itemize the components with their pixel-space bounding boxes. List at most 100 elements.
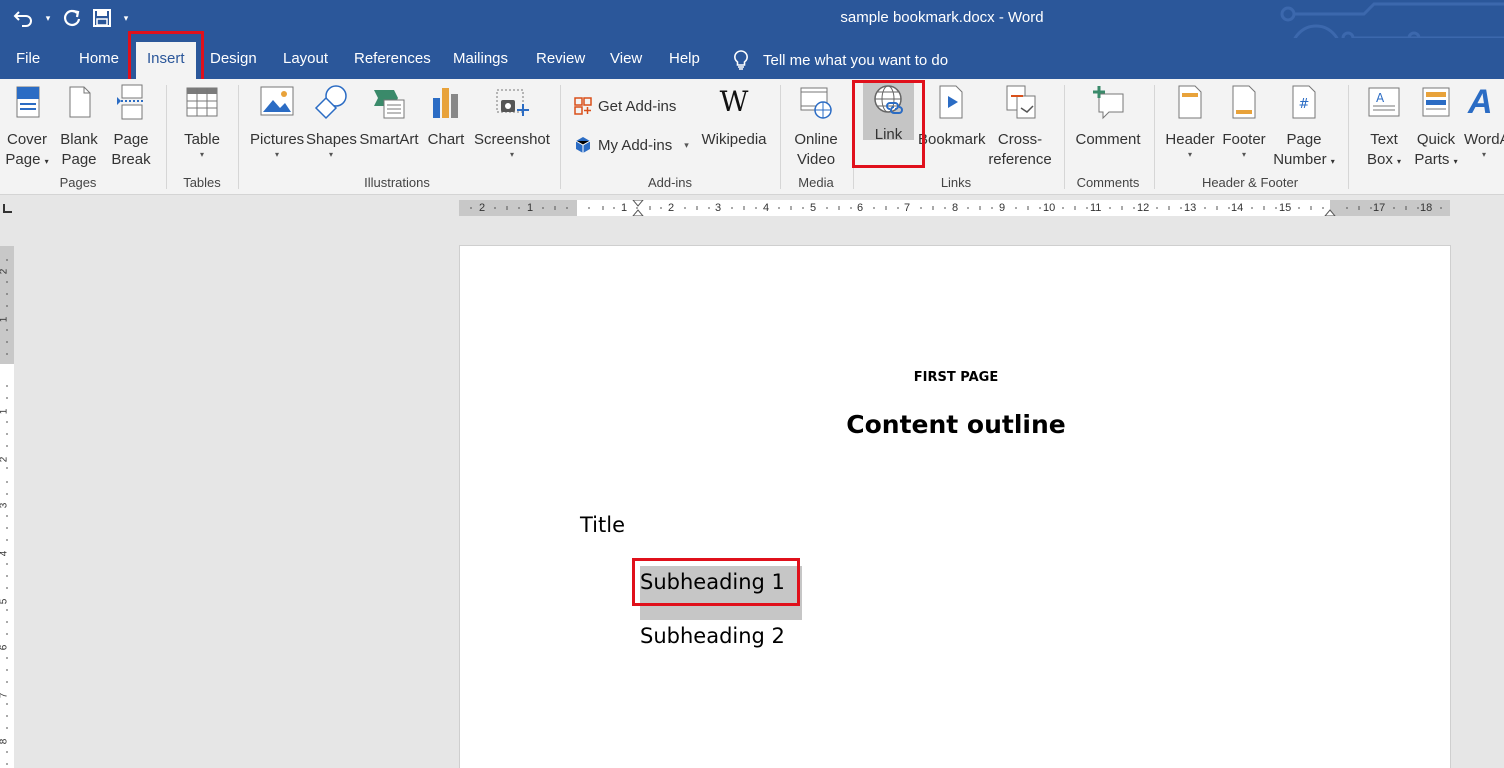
comment-label: Comment (1075, 131, 1141, 148)
cover-page-label: Cover (6, 131, 47, 148)
page-number-button[interactable]: # Page Number ▾ (1270, 84, 1338, 172)
quick-parts-button[interactable]: Quick Parts ▾ (1412, 84, 1460, 172)
tell-me-search[interactable]: Tell me what you want to do (733, 50, 948, 70)
pictures-label: Pictures (250, 131, 305, 148)
ruler-tick-label: 8 (0, 739, 9, 745)
ruler-tick-label: 4 (0, 551, 9, 557)
quick-parts-label-2: Parts (1414, 151, 1450, 168)
chart-button[interactable]: Chart (426, 84, 466, 150)
my-add-ins-button[interactable]: My Add-ins ▾ (574, 136, 689, 154)
tab-view[interactable]: View (610, 50, 642, 67)
ruler-tick-label: 7 (904, 202, 911, 214)
blank-page-icon (69, 86, 91, 118)
wikipedia-logo-glyph: W (719, 85, 749, 118)
ruler-tick-label: 9 (999, 202, 1006, 214)
cross-reference-label-2: reference (988, 151, 1052, 168)
ruler-tick-label: 3 (0, 503, 9, 509)
first-page-label: FIRST PAGE (913, 370, 999, 385)
ruler-tick-label: 1 (621, 202, 628, 214)
cover-page-button[interactable]: Cover Page ▾ (4, 84, 50, 172)
table-label: Table (184, 131, 220, 148)
smartart-button[interactable]: SmartArt (358, 84, 420, 150)
tab-design[interactable]: Design (210, 50, 257, 67)
cross-reference-button[interactable]: Cross- reference (986, 84, 1054, 170)
group-separator (780, 85, 781, 189)
group-separator (560, 85, 561, 189)
ruler-tick-label: 13 (1184, 202, 1197, 214)
ruler-tick-label: 5 (0, 599, 9, 605)
horizontal-ruler[interactable]: 2 1 1 2 3 4 5 6 7 8 9 10 11 12 13 14 15 … (459, 200, 1450, 216)
ruler-tick-label: 8 (952, 202, 959, 214)
subheading-2-text[interactable]: Subheading 2 (640, 624, 785, 648)
store-icon (574, 97, 592, 115)
comment-button[interactable]: Comment (1072, 84, 1144, 150)
shapes-button[interactable]: Shapes ▾ (306, 84, 357, 160)
document-page[interactable]: FIRST PAGE Content outline Title Subhead… (459, 245, 1451, 768)
chevron-down-icon: ▾ (684, 139, 689, 150)
bookmark-label: Bookmark (918, 131, 986, 148)
ruler-tick-label: 3 (715, 202, 722, 214)
screenshot-button[interactable]: Screenshot ▾ (472, 84, 552, 160)
blank-page-label-2: Page (61, 151, 97, 168)
wordart-icon: A (1468, 84, 1493, 121)
tab-layout[interactable]: Layout (283, 50, 328, 67)
title-text: Title (580, 513, 626, 537)
ruler-tick-label: 15 (1279, 202, 1292, 214)
chevron-down-icon: ▾ (1330, 157, 1335, 166)
group-label-tables: Tables (183, 175, 221, 190)
chart-label: Chart (427, 131, 465, 148)
header-icon (1178, 85, 1202, 119)
get-add-ins-label: Get Add-ins (598, 97, 677, 115)
page-break-label: Page (113, 131, 149, 148)
get-add-ins-button[interactable]: Get Add-ins (574, 97, 676, 115)
cover-page-icon (16, 86, 40, 118)
tab-file[interactable]: File (16, 50, 40, 67)
header-label: Header (1165, 131, 1215, 148)
page-break-icon (117, 84, 145, 120)
tab-references[interactable]: References (354, 50, 431, 67)
chevron-down-icon: ▾ (44, 157, 49, 166)
ruler-tick-label: 6 (0, 645, 9, 651)
smartart-icon (374, 90, 405, 119)
tab-mailings[interactable]: Mailings (453, 50, 508, 67)
page-break-label-2: Break (111, 151, 151, 168)
cross-reference-icon (1006, 85, 1036, 119)
tab-selector[interactable] (0, 198, 17, 218)
page-number-label-2: Number (1273, 151, 1327, 168)
ruler-tick-label: 2 (479, 202, 486, 214)
svg-text:A: A (1376, 91, 1385, 105)
blank-page-button[interactable]: Blank Page (58, 84, 100, 170)
wordart-button[interactable]: A WordA ▾ (1464, 84, 1504, 160)
footer-icon (1232, 85, 1256, 119)
group-label-comments: Comments (1076, 175, 1140, 190)
group-separator (238, 85, 239, 189)
blank-page-label: Blank (60, 131, 98, 148)
ruler-tick-label: 2 (0, 457, 9, 463)
tab-home[interactable]: Home (79, 50, 119, 67)
bookmark-icon (939, 85, 963, 119)
ribbon-tab-row: File Home Insert Design Layout Reference… (0, 38, 1504, 79)
pictures-button[interactable]: Pictures ▾ (250, 84, 304, 160)
bookmark-button[interactable]: Bookmark (918, 84, 986, 150)
wikipedia-button[interactable]: W Wikipedia (698, 84, 770, 150)
header-button[interactable]: Header ▾ (1164, 84, 1216, 160)
group-label-header-footer: Header & Footer (1201, 175, 1299, 190)
table-button[interactable]: Table ▾ (180, 84, 224, 160)
tab-help[interactable]: Help (669, 50, 700, 67)
text-box-button[interactable]: A Text Box ▾ (1362, 84, 1406, 172)
footer-button[interactable]: Footer ▾ (1220, 84, 1268, 160)
link-button-highlight (852, 80, 925, 168)
ruler-tick-label: 1 (527, 202, 534, 214)
chevron-down-icon: ▾ (199, 150, 204, 159)
page-number-icon: # (1292, 85, 1316, 119)
vertical-ruler[interactable]: 2 1 1 2 3 4 5 6 7 8 (0, 246, 14, 768)
chevron-down-icon: ▾ (1453, 157, 1458, 166)
ruler-tick-label: 18 (1420, 202, 1433, 214)
smartart-label: SmartArt (359, 131, 419, 148)
group-label-pages: Pages (59, 175, 97, 190)
online-video-button[interactable]: Online Video (790, 84, 842, 170)
tab-review[interactable]: Review (536, 50, 585, 67)
page-break-button[interactable]: Page Break (110, 84, 152, 170)
ruler-tick-label: 6 (857, 202, 864, 214)
my-add-ins-label: My Add-ins (598, 136, 673, 154)
